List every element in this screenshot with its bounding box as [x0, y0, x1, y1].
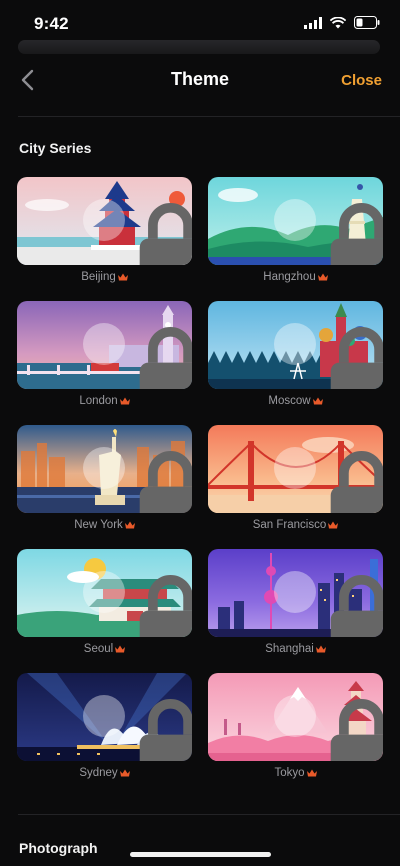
theme-name: Tokyo: [274, 767, 305, 779]
lock-icon: [83, 323, 192, 389]
theme-card-seoul[interactable]: Seoul: [17, 549, 192, 655]
shanghai-thumbnail: [208, 549, 383, 637]
crown-icon: [312, 397, 323, 405]
sydney-thumbnail: [17, 673, 192, 761]
theme-card-hangzhou[interactable]: Hangzhou: [208, 177, 383, 283]
crown-icon: [315, 645, 326, 653]
lock-icon: [274, 571, 383, 637]
moscow-thumbnail: [208, 301, 383, 389]
crown-icon: [119, 769, 130, 777]
theme-label: San Francisco: [208, 519, 383, 531]
home-indicator[interactable]: [130, 852, 271, 857]
close-button[interactable]: Close: [341, 72, 382, 89]
theme-label: Hangzhou: [208, 271, 383, 283]
lock-icon: [274, 199, 383, 265]
theme-name: Beijing: [81, 271, 116, 283]
crown-icon: [117, 273, 128, 281]
theme-label: Tokyo: [208, 767, 383, 779]
theme-name: London: [79, 395, 118, 407]
hangzhou-thumbnail: [208, 177, 383, 265]
nav-bar: Theme Close: [0, 56, 400, 104]
sheet-grabber[interactable]: [18, 40, 380, 54]
tokyo-thumbnail: [208, 673, 383, 761]
london-thumbnail: [17, 301, 192, 389]
section-title-city-series: City Series: [19, 140, 92, 156]
theme-name: San Francisco: [252, 519, 327, 531]
theme-card-shanghai[interactable]: Shanghai: [208, 549, 383, 655]
status-icons: [304, 16, 380, 29]
theme-name: Hangzhou: [263, 271, 316, 283]
theme-label: Moscow: [208, 395, 383, 407]
new-york-thumbnail: [17, 425, 192, 513]
lock-icon: [83, 447, 192, 513]
lock-icon: [274, 695, 383, 761]
crown-icon: [306, 769, 317, 777]
theme-card-new-york[interactable]: New York: [17, 425, 192, 531]
theme-label: Seoul: [17, 643, 192, 655]
section-title-photograph: Photograph: [19, 840, 98, 856]
theme-card-tokyo[interactable]: Tokyo: [208, 673, 383, 779]
theme-label: Sydney: [17, 767, 192, 779]
theme-label: London: [17, 395, 192, 407]
beijing-thumbnail: [17, 177, 192, 265]
lock-icon: [274, 323, 383, 389]
lock-icon: [83, 695, 192, 761]
page-title: Theme: [170, 69, 230, 89]
theme-card-san-francisco[interactable]: San Francisco: [208, 425, 383, 531]
crown-icon: [119, 397, 130, 405]
theme-card-moscow[interactable]: Moscow: [208, 301, 383, 407]
status-time: 9:42: [34, 14, 69, 33]
city-theme-grid: Beijing Hangzhou London Moscow New York …: [17, 177, 383, 779]
theme-name: Shanghai: [265, 643, 314, 655]
seoul-thumbnail: [17, 549, 192, 637]
lock-icon: [83, 199, 192, 265]
theme-name: Moscow: [268, 395, 311, 407]
theme-card-sydney[interactable]: Sydney: [17, 673, 192, 779]
theme-label: Shanghai: [208, 643, 383, 655]
crown-icon: [328, 521, 339, 529]
section-divider: [18, 814, 400, 815]
crown-icon: [317, 273, 328, 281]
crown-icon: [124, 521, 135, 529]
theme-card-beijing[interactable]: Beijing: [17, 177, 192, 283]
theme-name: Sydney: [79, 767, 118, 779]
lock-icon: [83, 571, 192, 637]
theme-label: Beijing: [17, 271, 192, 283]
theme-label: New York: [17, 519, 192, 531]
nav-divider: [18, 116, 400, 117]
theme-name: New York: [74, 519, 123, 531]
theme-name: Seoul: [83, 643, 114, 655]
signal-icon: [304, 16, 322, 29]
san-francisco-thumbnail: [208, 425, 383, 513]
theme-card-london[interactable]: London: [17, 301, 192, 407]
lock-icon: [274, 447, 383, 513]
wifi-icon: [330, 16, 346, 28]
battery-icon: [354, 16, 380, 29]
crown-icon: [115, 645, 126, 653]
